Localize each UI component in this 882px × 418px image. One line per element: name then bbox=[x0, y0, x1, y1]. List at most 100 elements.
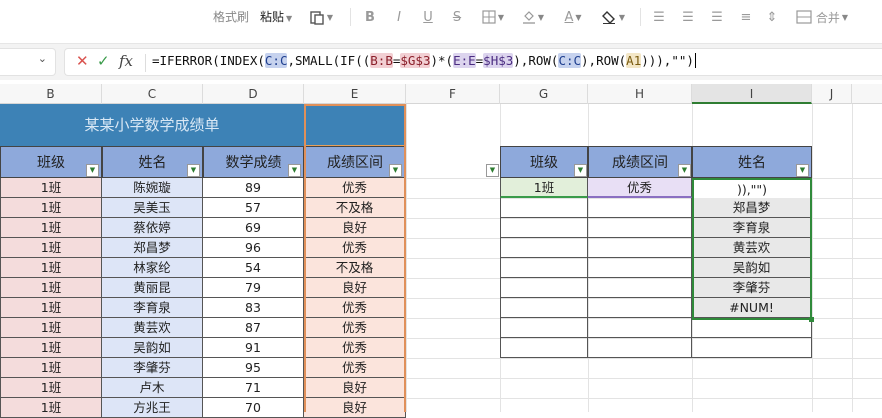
filter-dropdown-icon[interactable]: ▼ bbox=[288, 164, 301, 177]
empty-cell[interactable] bbox=[588, 338, 692, 358]
class-cell[interactable]: 1班 bbox=[0, 358, 102, 378]
result-name-cell[interactable]: 郑昌梦 bbox=[692, 198, 812, 218]
strikethrough-button[interactable]: S bbox=[449, 7, 465, 27]
paste-button[interactable]: 粘贴 ▼ bbox=[260, 8, 292, 25]
empty-cell[interactable] bbox=[692, 318, 812, 338]
insert-function-icon[interactable]: fx bbox=[119, 52, 133, 70]
name-cell[interactable]: 卢木 bbox=[102, 378, 203, 398]
empty-cell[interactable] bbox=[500, 278, 588, 298]
name-cell[interactable]: 吴韵如 bbox=[102, 338, 203, 358]
zone-cell[interactable]: 良好 bbox=[304, 398, 406, 418]
empty-cell[interactable] bbox=[500, 318, 588, 338]
score-cell[interactable]: 89 bbox=[203, 178, 304, 198]
column-header-d[interactable]: D bbox=[203, 84, 304, 104]
align-center-button[interactable]: ☰ bbox=[680, 7, 696, 27]
name-box[interactable]: ⌄ bbox=[0, 48, 56, 76]
score-cell[interactable]: 57 bbox=[203, 198, 304, 218]
name-cell[interactable]: 李肇芬 bbox=[102, 358, 203, 378]
column-header-i[interactable]: I bbox=[692, 84, 812, 104]
class-cell[interactable]: 1班 bbox=[0, 398, 102, 418]
merge-button[interactable]: 合并 ▼ bbox=[792, 7, 852, 27]
empty-cell[interactable] bbox=[500, 298, 588, 318]
column-header-e[interactable]: E bbox=[304, 84, 406, 104]
empty-cell[interactable] bbox=[588, 238, 692, 258]
header-result-name[interactable]: 姓名 bbox=[692, 146, 812, 178]
header-zone-criteria[interactable]: 成绩区间 bbox=[588, 146, 692, 178]
justify-button[interactable]: ≡ bbox=[738, 7, 754, 27]
zone-cell[interactable]: 不及格 bbox=[304, 258, 406, 278]
empty-cell[interactable] bbox=[588, 258, 692, 278]
name-cell[interactable]: 黄丽昆 bbox=[102, 278, 203, 298]
score-cell[interactable]: 54 bbox=[203, 258, 304, 278]
chevron-down-icon[interactable]: ⌄ bbox=[38, 52, 47, 65]
empty-cell[interactable] bbox=[500, 198, 588, 218]
borders-button[interactable]: ▼ bbox=[478, 7, 508, 27]
score-cell[interactable]: 79 bbox=[203, 278, 304, 298]
align-left-button[interactable]: ☰ bbox=[651, 7, 667, 27]
sheet-title[interactable]: 某某小学数学成绩单 bbox=[0, 104, 304, 146]
class-cell[interactable]: 1班 bbox=[0, 298, 102, 318]
fill-handle[interactable] bbox=[809, 317, 814, 322]
fill-color-button[interactable]: ▼ bbox=[518, 7, 548, 27]
format-painter-button[interactable]: 格式刷 bbox=[213, 8, 249, 25]
empty-cell[interactable] bbox=[500, 258, 588, 278]
title-cell-e[interactable] bbox=[304, 104, 406, 146]
zone-cell[interactable]: 不及格 bbox=[304, 198, 406, 218]
class-cell[interactable]: 1班 bbox=[0, 378, 102, 398]
class-cell[interactable]: 1班 bbox=[0, 258, 102, 278]
empty-cell[interactable] bbox=[500, 218, 588, 238]
result-name-cell[interactable]: 李肇芬 bbox=[692, 278, 812, 298]
formula-text[interactable]: =IFERROR(INDEX(C:C,SMALL(IF((B:B=$G$3)*(… bbox=[152, 53, 696, 68]
name-cell[interactable]: 郑昌梦 bbox=[102, 238, 203, 258]
empty-cell[interactable] bbox=[500, 238, 588, 258]
class-cell[interactable]: 1班 bbox=[0, 318, 102, 338]
score-cell[interactable]: 96 bbox=[203, 238, 304, 258]
filter-dropdown-icon[interactable]: ▼ bbox=[796, 164, 809, 177]
filter-dropdown-icon[interactable]: ▼ bbox=[187, 164, 200, 177]
empty-cell[interactable] bbox=[588, 218, 692, 238]
zone-cell[interactable]: 优秀 bbox=[304, 178, 406, 198]
zone-cell[interactable]: 良好 bbox=[304, 378, 406, 398]
column-header-h[interactable]: H bbox=[588, 84, 692, 104]
font-color-button[interactable]: A ▼ bbox=[558, 7, 588, 27]
class-cell[interactable]: 1班 bbox=[0, 218, 102, 238]
score-cell[interactable]: 91 bbox=[203, 338, 304, 358]
score-cell[interactable]: 87 bbox=[203, 318, 304, 338]
filter-dropdown-icon[interactable]: ▼ bbox=[574, 164, 587, 177]
chevron-down-icon[interactable]: ▼ bbox=[286, 14, 292, 23]
empty-cell[interactable] bbox=[500, 338, 588, 358]
class-cell[interactable]: 1班 bbox=[0, 178, 102, 198]
zone-cell[interactable]: 优秀 bbox=[304, 338, 406, 358]
name-cell[interactable]: 黄芸欢 bbox=[102, 318, 203, 338]
underline-button[interactable]: U bbox=[420, 7, 436, 27]
clear-button[interactable]: ▼ bbox=[596, 7, 630, 27]
empty-cell[interactable] bbox=[692, 338, 812, 358]
name-cell[interactable]: 方兆王 bbox=[102, 398, 203, 418]
class-cell[interactable]: 1班 bbox=[0, 198, 102, 218]
filter-dropdown-icon[interactable]: ▼ bbox=[678, 164, 691, 177]
editing-cell[interactable]: )),"") bbox=[694, 180, 810, 199]
distribute-button[interactable]: ⇕ bbox=[764, 7, 780, 27]
score-cell[interactable]: 83 bbox=[203, 298, 304, 318]
empty-cell[interactable] bbox=[588, 298, 692, 318]
score-cell[interactable]: 69 bbox=[203, 218, 304, 238]
zone-cell[interactable]: 优秀 bbox=[304, 358, 406, 378]
align-right-button[interactable]: ☰ bbox=[709, 7, 725, 27]
zone-cell[interactable]: 优秀 bbox=[304, 318, 406, 338]
score-cell[interactable]: 71 bbox=[203, 378, 304, 398]
name-cell[interactable]: 陈婉璇 bbox=[102, 178, 203, 198]
zone-cell[interactable]: 良好 bbox=[304, 278, 406, 298]
class-cell[interactable]: 1班 bbox=[0, 238, 102, 258]
column-header-c[interactable]: C bbox=[102, 84, 203, 104]
filter-dropdown-icon[interactable]: ▼ bbox=[86, 164, 99, 177]
result-name-cell[interactable]: #NUM! bbox=[692, 298, 812, 318]
score-cell[interactable]: 95 bbox=[203, 358, 304, 378]
class-cell[interactable]: 1班 bbox=[0, 338, 102, 358]
score-cell[interactable]: 70 bbox=[203, 398, 304, 418]
paste-special-button[interactable]: ▼ bbox=[306, 7, 336, 27]
name-cell[interactable]: 吴美玉 bbox=[102, 198, 203, 218]
criteria-class-cell[interactable]: 1班 bbox=[500, 178, 588, 198]
zone-cell[interactable]: 优秀 bbox=[304, 238, 406, 258]
filter-dropdown-icon[interactable]: ▼ bbox=[486, 164, 499, 177]
class-cell[interactable]: 1班 bbox=[0, 278, 102, 298]
